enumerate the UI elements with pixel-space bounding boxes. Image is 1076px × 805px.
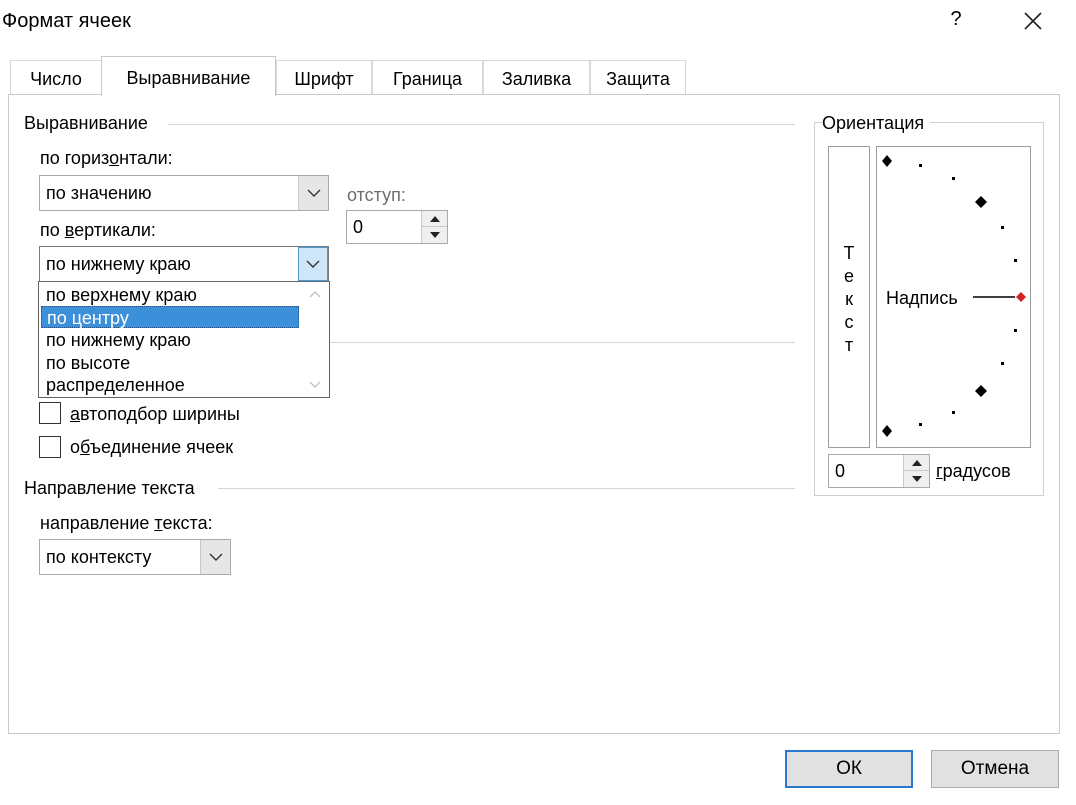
spin-up-icon <box>429 215 440 222</box>
dial-dot <box>952 177 955 180</box>
vertical-label: по вертикали: <box>40 220 156 240</box>
dial-dot <box>919 423 922 426</box>
tab-number[interactable]: Число <box>10 60 102 94</box>
help-button[interactable]: ? <box>946 8 966 31</box>
dial-dot <box>919 164 922 167</box>
vertical-option-selected[interactable]: по центру <box>41 306 299 328</box>
vertical-text-letter: с <box>844 312 854 332</box>
chevron-down-icon <box>209 553 222 561</box>
dial-marker-minus45 <box>975 385 987 397</box>
scroll-up-icon[interactable] <box>308 288 322 302</box>
text-direction-group-line <box>218 488 795 489</box>
window-title: Формат ячеек <box>2 10 131 32</box>
spin-up-icon <box>911 459 922 466</box>
tab-border[interactable]: Граница <box>372 60 483 94</box>
dial-pointer-marker <box>1016 292 1026 302</box>
dial-dot <box>1001 226 1004 229</box>
text-direction-select-arrow[interactable] <box>200 540 230 574</box>
cancel-button[interactable]: Отмена <box>931 750 1059 788</box>
merge-checkbox[interactable] <box>39 436 61 458</box>
dial-marker-minus90 <box>882 425 892 437</box>
indent-label: отступ: <box>347 185 406 205</box>
display-group-line <box>330 342 795 343</box>
vertical-text-letter: Т <box>843 243 855 263</box>
scroll-down-icon[interactable] <box>308 377 322 391</box>
autofit-label: автоподбор ширины <box>70 404 240 424</box>
merge-label: объединение ячеек <box>70 437 234 457</box>
autofit-checkbox[interactable] <box>39 402 61 424</box>
spin-down-icon <box>911 476 922 482</box>
dial-dot <box>1001 362 1004 365</box>
dial-dot <box>1014 329 1017 332</box>
dial-dot <box>1014 259 1017 262</box>
tab-alignment[interactable]: Выравнивание <box>101 56 276 96</box>
close-icon <box>1024 12 1042 30</box>
horizontal-label: по горизонтали: <box>40 148 173 168</box>
tab-font[interactable]: Шрифт <box>276 60 372 94</box>
vertical-option[interactable]: по верхнему краю <box>41 284 299 306</box>
vertical-text-toggle[interactable]: Т е к с т <box>828 146 870 448</box>
vertical-option[interactable]: по высоте <box>41 352 299 374</box>
text-direction-select[interactable]: по контексту <box>39 539 231 575</box>
dial-label: Надпись <box>886 288 958 308</box>
dial-marker-45 <box>975 196 987 208</box>
chevron-down-icon <box>307 189 320 197</box>
ok-button[interactable]: ОК <box>785 750 913 788</box>
tab-fill[interactable]: Заливка <box>483 60 590 94</box>
vertical-text-letter: к <box>845 289 853 309</box>
vertical-option[interactable]: по нижнему краю <box>41 329 299 351</box>
vertical-options-list: по верхнему краю по центру по нижнему кр… <box>38 281 330 398</box>
orientation-dial[interactable]: Надпись <box>876 146 1031 448</box>
degrees-down-button[interactable] <box>904 471 929 487</box>
degrees-up-button[interactable] <box>904 455 929 471</box>
chevron-down-icon <box>306 260 320 268</box>
vertical-text-letter: т <box>844 335 854 355</box>
vertical-option[interactable]: распределенное <box>41 374 299 396</box>
horizontal-select[interactable]: по значению <box>39 175 329 211</box>
list-scrollbar[interactable] <box>302 283 328 396</box>
dial-marker-90 <box>882 155 892 167</box>
alignment-group-title: Выравнивание <box>24 113 154 134</box>
close-button[interactable] <box>1022 10 1044 32</box>
indent-down-button[interactable] <box>422 227 447 243</box>
orientation-group-title: Ориентация <box>822 113 931 134</box>
text-direction-group-title: Направление текста <box>24 478 201 499</box>
text-direction-label: направление текста: <box>40 513 213 533</box>
vertical-text-letter: е <box>843 266 854 286</box>
tab-protection[interactable]: Защита <box>590 60 686 94</box>
vertical-select[interactable]: по нижнему краю <box>39 246 329 282</box>
dial-dot <box>952 411 955 414</box>
spin-down-icon <box>429 232 440 238</box>
degrees-label: градусов <box>936 461 1011 481</box>
indent-up-button[interactable] <box>422 211 447 227</box>
alignment-group-line <box>168 124 795 125</box>
horizontal-select-arrow[interactable] <box>298 176 328 210</box>
indent-spinner[interactable]: 0 <box>346 210 448 244</box>
vertical-select-arrow[interactable] <box>298 247 328 281</box>
degrees-spinner[interactable]: 0 <box>828 454 930 488</box>
